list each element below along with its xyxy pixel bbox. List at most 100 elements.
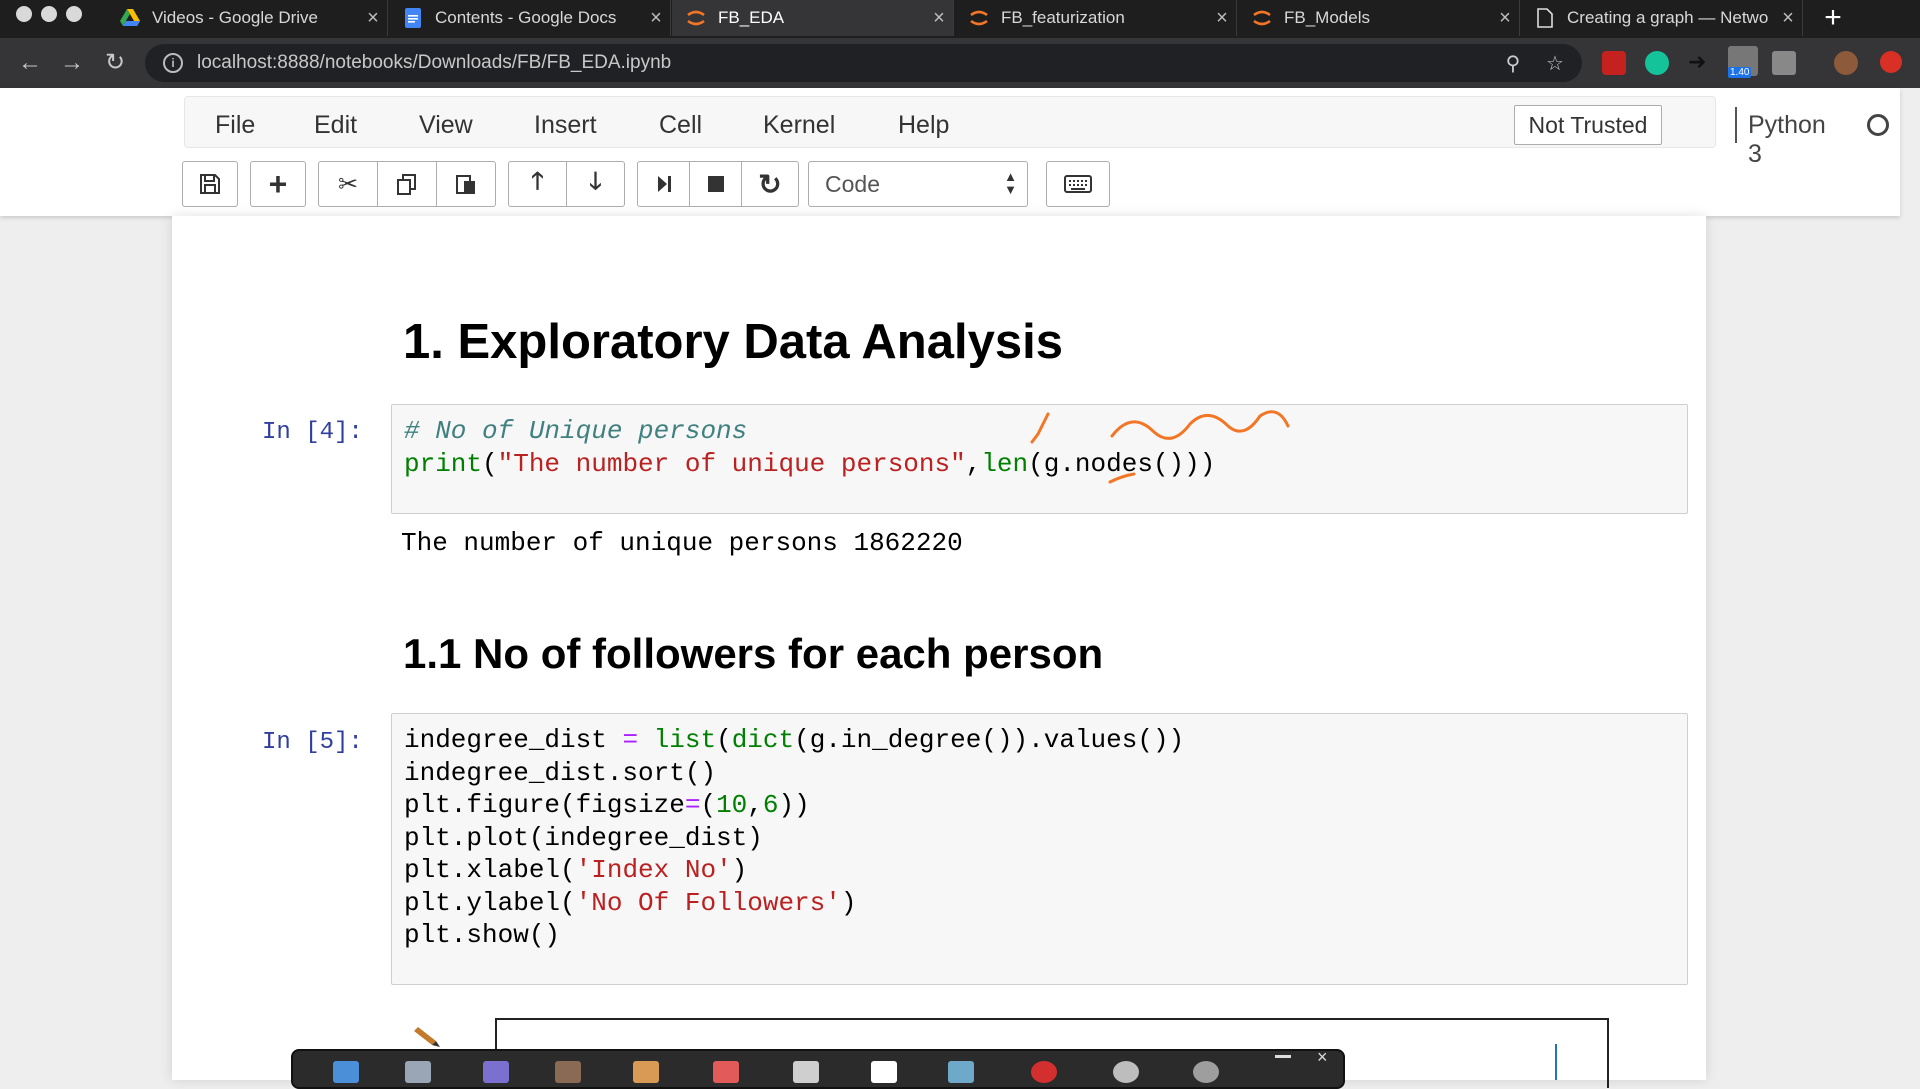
tab-fb-eda[interactable]: FB_EDA × bbox=[672, 0, 954, 36]
kernel-name: Python 3 bbox=[1748, 111, 1826, 168]
tab-fb-featurization[interactable]: FB_featurization × bbox=[955, 0, 1237, 36]
kernel-separator bbox=[1735, 107, 1737, 143]
interrupt-button[interactable] bbox=[689, 161, 742, 207]
move-up-button[interactable]: 🡑 bbox=[508, 161, 567, 207]
select-arrows-icon: ▲ ▼ bbox=[1004, 169, 1017, 197]
code-token: indegree_dist.sort() bbox=[404, 757, 717, 788]
star-icon[interactable]: ☆ bbox=[1540, 51, 1570, 76]
tab-title: FB_EDA bbox=[718, 8, 785, 27]
close-icon[interactable]: × bbox=[1774, 7, 1802, 30]
tab-videos-google-drive[interactable]: Videos - Google Drive × bbox=[106, 0, 388, 36]
avatar[interactable] bbox=[1834, 51, 1858, 75]
save-button[interactable] bbox=[182, 161, 238, 207]
keyboard-shortcuts-button[interactable] bbox=[1046, 161, 1110, 207]
not-trusted-button[interactable]: Not Trusted bbox=[1514, 105, 1662, 145]
notebook-container: 1. Exploratory Data Analysis In [4]: # N… bbox=[172, 216, 1706, 1088]
code-token: plt.figure(figsize bbox=[404, 790, 685, 820]
code-token: )) bbox=[778, 790, 810, 820]
code-token: = bbox=[684, 790, 701, 820]
window-zoom-control[interactable] bbox=[66, 6, 82, 22]
minimize-icon[interactable] bbox=[1275, 1055, 1291, 1058]
menu-view[interactable]: View bbox=[419, 111, 473, 140]
paste-icon bbox=[456, 175, 475, 194]
cell-prompt: In [5]: bbox=[262, 729, 363, 756]
code-token: = bbox=[622, 725, 639, 755]
code-token: dict bbox=[731, 725, 795, 755]
tab-fb-models[interactable]: FB_Models × bbox=[1238, 0, 1520, 36]
url-input[interactable]: i localhost:8888/notebooks/Downloads/FB/… bbox=[145, 44, 1582, 82]
move-down-button[interactable]: 🡓 bbox=[566, 161, 625, 207]
annotation-toolbar: × bbox=[291, 1047, 1345, 1089]
tab-title: Contents - Google Docs bbox=[435, 8, 617, 27]
window-close-control[interactable] bbox=[16, 6, 32, 22]
menu-help[interactable]: Help bbox=[898, 111, 949, 140]
cell-type-select[interactable]: Code ▲ ▼ bbox=[808, 161, 1028, 207]
code-token: 10 bbox=[716, 790, 748, 820]
code-token: print bbox=[404, 448, 483, 479]
scissors-icon: ✂ bbox=[337, 170, 359, 198]
reload-icon[interactable]: ↻ bbox=[99, 47, 131, 79]
new-tab-button[interactable]: + bbox=[1818, 3, 1848, 34]
cell-type-value: Code bbox=[825, 171, 880, 197]
code-token: ( bbox=[716, 725, 732, 755]
code-token: plt.ylabel( bbox=[404, 887, 576, 918]
facebook-extension-icon[interactable] bbox=[1772, 51, 1796, 75]
close-icon[interactable]: × bbox=[1491, 7, 1519, 30]
plot-series-line bbox=[1555, 1044, 1557, 1080]
grammarly-extension-icon[interactable] bbox=[1645, 51, 1669, 75]
gmail-extension-icon[interactable] bbox=[1602, 51, 1626, 75]
code-comment: # No of Unique persons bbox=[404, 416, 748, 446]
google-drive-icon bbox=[120, 8, 140, 28]
jupyter-header: File Edit View Insert Cell Kernel Help N… bbox=[0, 88, 1900, 216]
zoom-icon[interactable]: ⚲ bbox=[1498, 51, 1528, 76]
update-icon[interactable] bbox=[1880, 51, 1902, 73]
window-minimize-control[interactable] bbox=[41, 6, 57, 22]
copy-button[interactable] bbox=[377, 161, 437, 207]
tab-contents-google-docs[interactable]: Contents - Google Docs × bbox=[389, 0, 671, 36]
close-icon[interactable]: × bbox=[925, 7, 953, 30]
tab-title: Creating a graph — Netwo bbox=[1567, 8, 1769, 27]
keyboard-icon bbox=[1064, 175, 1092, 193]
menu-insert[interactable]: Insert bbox=[534, 111, 597, 140]
code-cell-2[interactable]: indegree_dist = list(dict(g.in_degree())… bbox=[391, 713, 1688, 985]
jupyter-icon bbox=[969, 8, 989, 28]
menu-edit[interactable]: Edit bbox=[314, 111, 357, 140]
code-token: ) bbox=[731, 855, 748, 885]
url-text: localhost:8888/notebooks/Downloads/FB/FB… bbox=[197, 52, 672, 73]
back-arrow-icon[interactable]: ← bbox=[14, 47, 46, 79]
share-arrow-icon[interactable]: ➜ bbox=[1688, 51, 1712, 75]
close-icon[interactable]: × bbox=[359, 7, 387, 30]
restart-button[interactable]: ↻ bbox=[741, 161, 799, 207]
menu-file[interactable]: File bbox=[215, 111, 255, 140]
code-token: , bbox=[965, 448, 982, 479]
tab-title: Videos - Google Drive bbox=[152, 8, 318, 27]
code-token: 6 bbox=[762, 790, 779, 820]
menu-cell[interactable]: Cell bbox=[659, 111, 702, 140]
extension-badge: 1.40 bbox=[1728, 67, 1752, 78]
close-icon[interactable]: × bbox=[642, 7, 670, 30]
jupyter-icon bbox=[686, 8, 706, 28]
tab-creating-a-graph[interactable]: Creating a graph — Netwo × bbox=[1521, 0, 1803, 36]
code-token: indegree_dist bbox=[404, 725, 623, 755]
close-icon[interactable]: × bbox=[1208, 7, 1236, 30]
google-docs-icon bbox=[403, 8, 423, 28]
code-token: 'Index No' bbox=[575, 855, 732, 885]
stop-icon bbox=[707, 176, 724, 192]
browser-tab-bar: Videos - Google Drive × Contents - Googl… bbox=[0, 0, 1920, 38]
close-icon[interactable]: × bbox=[1317, 1047, 1328, 1068]
forward-arrow-icon[interactable]: → bbox=[56, 47, 88, 79]
extension-icon[interactable]: 1.40 bbox=[1728, 46, 1758, 78]
tab-title: FB_Models bbox=[1284, 8, 1370, 27]
menu-kernel[interactable]: Kernel bbox=[763, 111, 835, 140]
code-token: plt.xlabel( bbox=[404, 855, 576, 885]
code-token: ( bbox=[482, 448, 498, 479]
restart-icon: ↻ bbox=[758, 168, 782, 200]
jupyter-icon bbox=[1252, 8, 1272, 28]
insert-cell-button[interactable]: + bbox=[250, 161, 306, 207]
info-icon[interactable]: i bbox=[163, 53, 183, 73]
run-button[interactable] bbox=[637, 161, 690, 207]
cut-button[interactable]: ✂ bbox=[318, 161, 378, 207]
paste-button[interactable] bbox=[436, 161, 496, 207]
step-forward-icon bbox=[657, 176, 671, 192]
